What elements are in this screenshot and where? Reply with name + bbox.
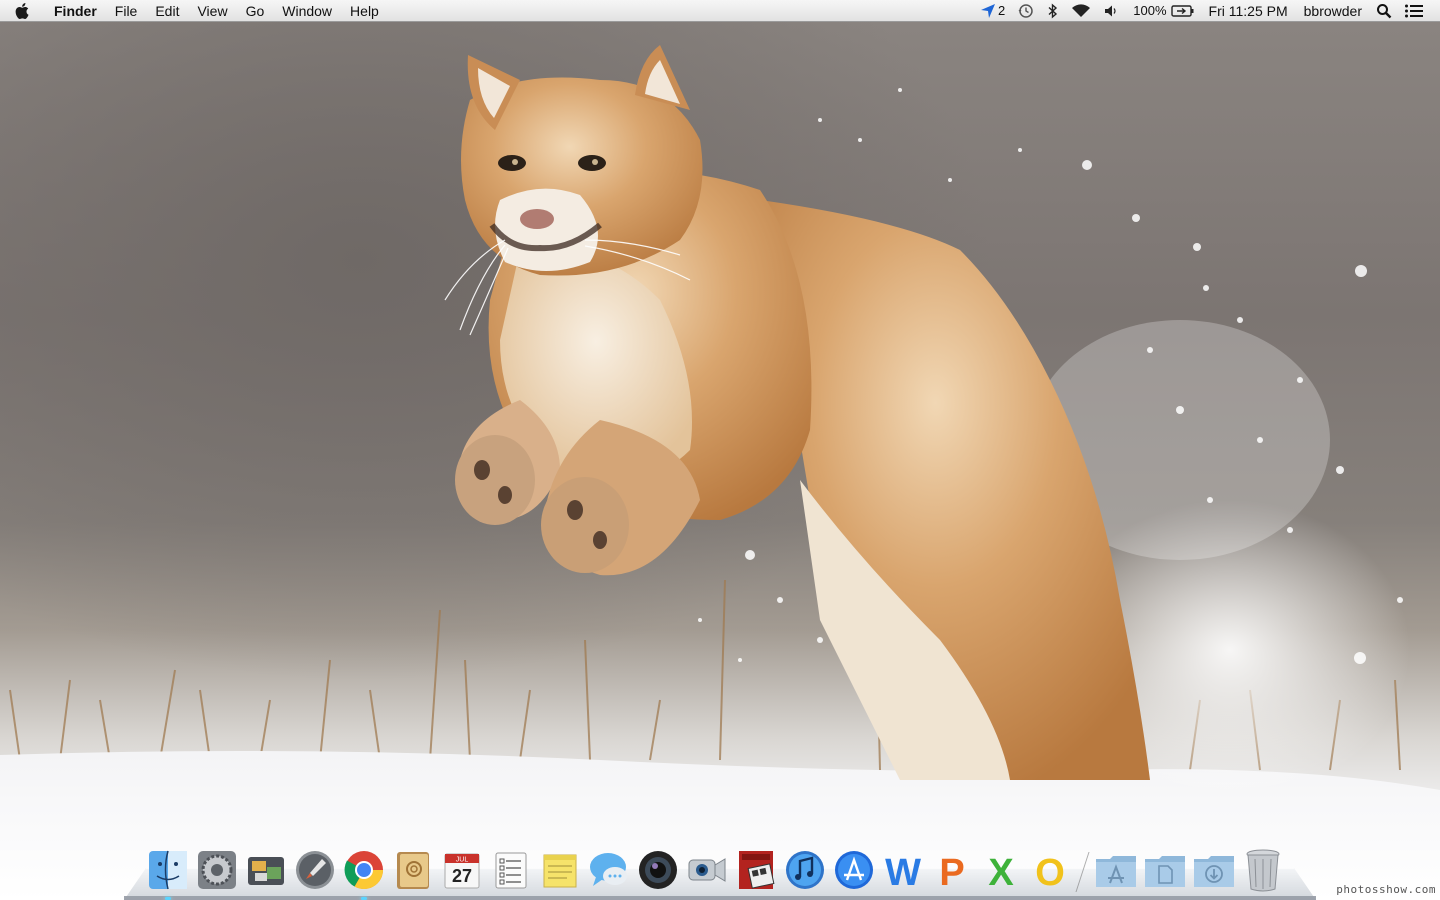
dock-item-chrome[interactable]: [342, 846, 386, 900]
dock-stack-documents[interactable]: [1143, 846, 1187, 894]
menu-view[interactable]: View: [188, 0, 236, 22]
location-arrow-icon: [981, 3, 996, 18]
aperture-icon: [639, 851, 677, 889]
dock-item-messages[interactable]: [587, 846, 631, 894]
wifi-status[interactable]: [1065, 0, 1097, 22]
outlook-icon: O: [1035, 852, 1065, 891]
launchpad-icon: [296, 851, 334, 889]
time-machine-icon: [1018, 3, 1034, 18]
documents-folder-icon: [1145, 856, 1185, 887]
dock-item-powerpoint[interactable]: P: [930, 846, 974, 894]
notification-center-status[interactable]: [1398, 0, 1430, 22]
system-preferences-icon: [198, 851, 236, 889]
dock-item-photo-booth[interactable]: [734, 846, 778, 894]
downloads-folder-icon: [1194, 856, 1234, 887]
menu-go[interactable]: Go: [237, 0, 274, 22]
location-count: 2: [998, 3, 1006, 18]
apple-menu-icon[interactable]: [0, 0, 46, 22]
powerpoint-icon: P: [939, 852, 964, 891]
photo-booth-icon: [739, 851, 775, 889]
menu-file[interactable]: File: [106, 0, 147, 22]
location-services-status[interactable]: 2: [974, 0, 1011, 22]
dock-item-word[interactable]: W: [881, 846, 925, 894]
powerpoint-letter: P: [939, 852, 964, 891]
image-capture-icon: [248, 857, 284, 885]
dock-item-finder[interactable]: [146, 846, 190, 900]
dock-item-trash[interactable]: [1241, 846, 1285, 894]
excel-letter: X: [988, 852, 1014, 891]
dock-item-excel[interactable]: X: [979, 846, 1023, 894]
excel-icon: X: [988, 852, 1014, 891]
trash-icon: [1246, 849, 1280, 892]
volume-status[interactable]: [1097, 0, 1125, 22]
outlook-letter: O: [1035, 852, 1065, 891]
bluetooth-status[interactable]: [1041, 0, 1065, 22]
calendar-icon: JUL 27: [444, 853, 480, 889]
stickies-icon: [543, 854, 577, 888]
menu-bar: Finder File Edit View Go Window Help 2 1…: [0, 0, 1440, 22]
battery-charging-icon: [1170, 4, 1194, 17]
battery-percent: 100%: [1133, 3, 1167, 18]
dock-shelf-edge: [124, 896, 1316, 900]
wallpaper-watermark: photosshow.com: [1336, 883, 1436, 896]
word-letter: W: [885, 852, 921, 891]
cougar-wallpaper-image: [0, 45, 1440, 900]
dock-item-image-capture[interactable]: [244, 846, 288, 894]
word-icon: W: [885, 852, 921, 891]
chrome-icon: [344, 851, 384, 890]
dock-item-outlook[interactable]: O: [1028, 846, 1072, 894]
spotlight-search-icon: [1377, 3, 1392, 18]
dock-item-launchpad[interactable]: [293, 846, 337, 894]
dock-item-facetime[interactable]: [685, 846, 729, 894]
dock-item-itunes[interactable]: [783, 846, 827, 894]
dock-item-aperture[interactable]: [636, 846, 680, 894]
dock-item-stickies[interactable]: [538, 846, 582, 894]
itunes-icon: [786, 851, 824, 889]
dock-item-system-preferences[interactable]: [195, 846, 239, 894]
fast-user-switching-menu[interactable]: bbrowder: [1296, 3, 1370, 19]
applications-folder-icon: [1096, 856, 1136, 887]
spotlight-status[interactable]: [1370, 0, 1398, 22]
menu-bar-status-area: 2 100% Fri 11:25 PM bbrowder: [974, 0, 1440, 22]
finder-icon: [149, 850, 187, 890]
time-machine-status[interactable]: [1011, 0, 1041, 22]
dock-item-app-store[interactable]: [832, 846, 876, 894]
dock-item-calendar[interactable]: JUL 27: [440, 846, 484, 894]
facetime-icon: [688, 858, 726, 882]
dock-items: JUL 27 W P X O: [146, 838, 1285, 900]
menu-help[interactable]: Help: [341, 0, 388, 22]
address-book-icon: [397, 852, 429, 889]
menubar-clock[interactable]: Fri 11:25 PM: [1201, 3, 1296, 19]
volume-icon: [1105, 5, 1116, 16]
calendar-day: 27: [452, 866, 472, 886]
battery-status[interactable]: 100%: [1125, 0, 1200, 22]
calendar-month: JUL: [456, 857, 469, 864]
app-menu-finder[interactable]: Finder: [46, 0, 106, 22]
dock-stack-applications[interactable]: [1094, 846, 1138, 894]
menu-window[interactable]: Window: [273, 0, 341, 22]
app-store-icon: [835, 851, 873, 889]
wifi-icon: [1072, 3, 1091, 17]
dock-item-reminders[interactable]: [489, 846, 533, 894]
menu-edit[interactable]: Edit: [146, 0, 188, 22]
dock: JUL 27 W P X O: [124, 838, 1316, 900]
bluetooth-icon: [1048, 2, 1058, 19]
notification-center-icon: [1405, 4, 1423, 17]
desktop-wallpaper: [0, 0, 1440, 900]
dock-separator: [1077, 838, 1089, 894]
reminders-icon: [495, 852, 527, 889]
messages-icon: [590, 853, 627, 886]
dock-stack-downloads[interactable]: [1192, 846, 1236, 894]
dock-item-address-book[interactable]: [391, 846, 435, 894]
menu-bar-left: Finder File Edit View Go Window Help: [0, 0, 388, 22]
